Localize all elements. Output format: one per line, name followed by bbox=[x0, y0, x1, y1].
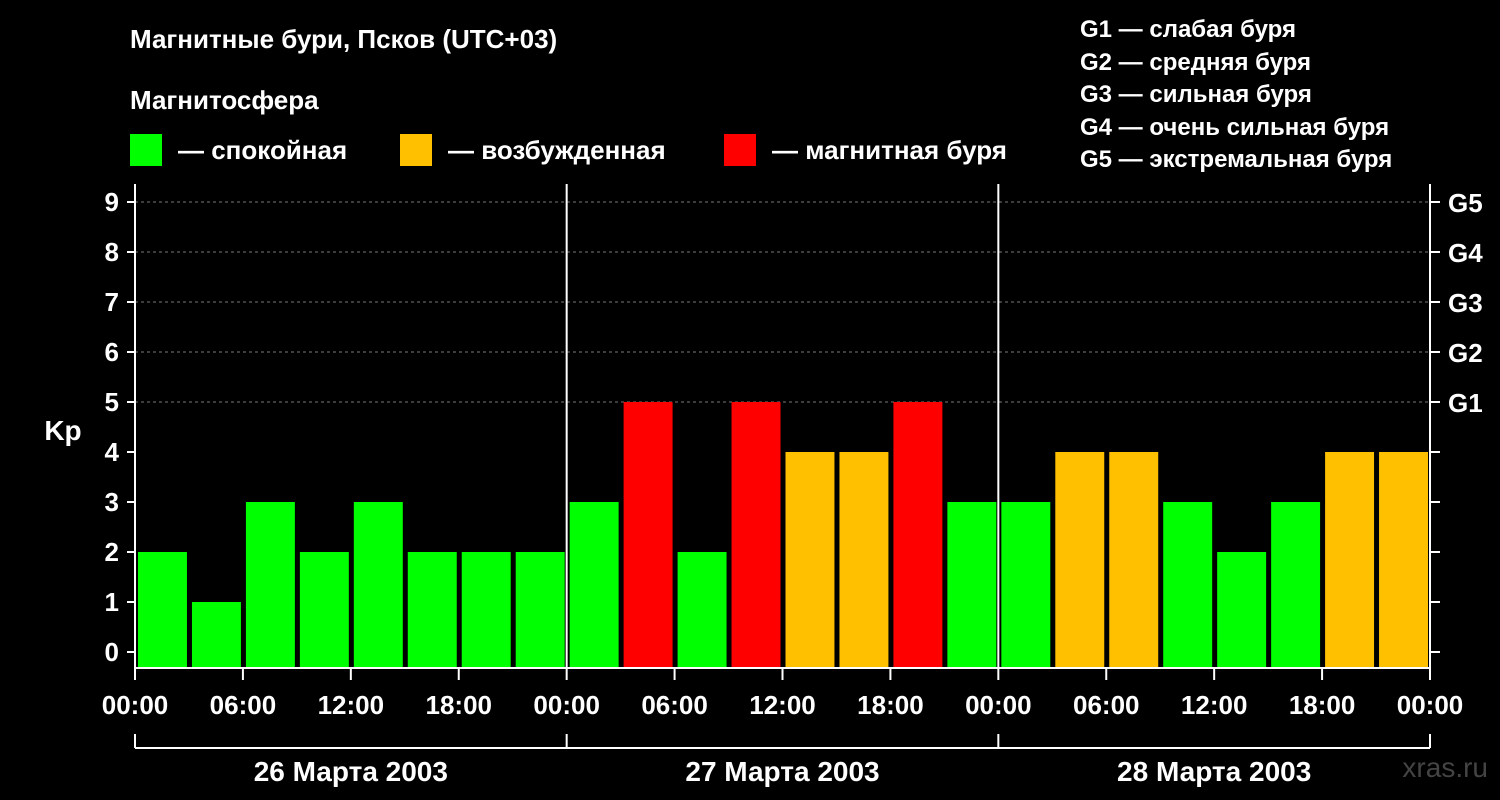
kp-bar bbox=[1109, 452, 1159, 668]
kp-bar bbox=[407, 552, 457, 668]
x-tick-label: 00:00 bbox=[102, 690, 169, 720]
g-tick-label: G1 bbox=[1448, 388, 1483, 418]
y-tick-label: 4 bbox=[105, 437, 120, 467]
x-tick-label: 12:00 bbox=[1181, 690, 1248, 720]
kp-chart: 0 1 2 3 4 5 6 7 8 9 G1 G2 G3 G4 G5 Kp 00:00 06:00 12:00 18:… bbox=[44, 184, 1483, 787]
kp-bar bbox=[191, 602, 241, 668]
x-tick-label: 06:00 bbox=[210, 690, 277, 720]
kp-bar bbox=[623, 402, 673, 668]
kp-bar bbox=[1325, 452, 1375, 668]
y-tick-label: 3 bbox=[105, 487, 119, 517]
kp-bar bbox=[1001, 502, 1051, 668]
kp-bar bbox=[1163, 502, 1213, 668]
day-label: 27 Марта 2003 bbox=[685, 756, 879, 787]
y-tick-label: 2 bbox=[105, 537, 119, 567]
kp-bar bbox=[299, 552, 349, 668]
y-tick-label: 7 bbox=[105, 287, 119, 317]
y-tick-label: 0 bbox=[105, 637, 119, 667]
x-tick-label: 12:00 bbox=[318, 690, 385, 720]
x-tick-label: 06:00 bbox=[1073, 690, 1140, 720]
kp-bar bbox=[839, 452, 889, 668]
y-tick-label: 9 bbox=[105, 187, 119, 217]
x-tick-label: 00:00 bbox=[533, 690, 600, 720]
x-tick-label: 00:00 bbox=[965, 690, 1032, 720]
x-tick-label: 06:00 bbox=[641, 690, 708, 720]
y-tick-label: 1 bbox=[105, 587, 119, 617]
y-axis-label: Kp bbox=[44, 415, 81, 446]
kp-bar bbox=[138, 552, 187, 668]
x-tick-label: 18:00 bbox=[857, 690, 924, 720]
kp-bar bbox=[515, 552, 565, 668]
kp-bar bbox=[947, 502, 997, 668]
kp-bar bbox=[569, 502, 619, 668]
x-tick-label: 00:00 bbox=[1397, 690, 1464, 720]
g-tick-label: G2 bbox=[1448, 338, 1483, 368]
kp-bar bbox=[1271, 502, 1321, 668]
g-tick-label: G3 bbox=[1448, 288, 1483, 318]
kp-bar bbox=[1055, 452, 1105, 668]
y-tick-label: 8 bbox=[105, 237, 119, 267]
g-tick-label: G4 bbox=[1448, 238, 1483, 268]
day-label: 26 Марта 2003 bbox=[254, 756, 448, 787]
kp-bar bbox=[353, 502, 403, 668]
kp-bar bbox=[785, 452, 835, 668]
kp-bar bbox=[1379, 452, 1428, 668]
day-label: 28 Марта 2003 bbox=[1117, 756, 1311, 787]
g-tick-label: G5 bbox=[1448, 188, 1483, 218]
site-credit: xras.ru bbox=[1402, 752, 1488, 783]
x-tick-label: 18:00 bbox=[426, 690, 493, 720]
x-tick-label: 12:00 bbox=[749, 690, 816, 720]
kp-bar bbox=[677, 552, 727, 668]
kp-bar bbox=[461, 552, 511, 668]
kp-bar bbox=[893, 402, 943, 668]
kp-bar bbox=[1217, 552, 1267, 668]
x-tick-label: 18:00 bbox=[1289, 690, 1356, 720]
y-tick-label: 6 bbox=[105, 337, 119, 367]
kp-bar bbox=[731, 402, 781, 668]
kp-bar bbox=[245, 502, 295, 668]
y-tick-label: 5 bbox=[105, 387, 119, 417]
